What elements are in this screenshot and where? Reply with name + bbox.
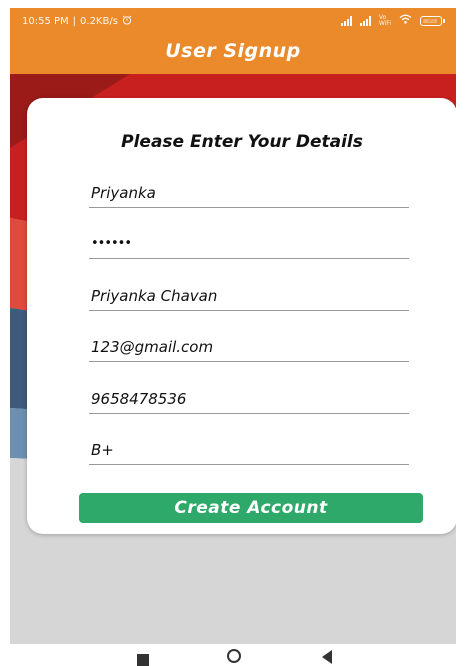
status-network-speed: 0.2KB/s (80, 16, 118, 27)
system-nav-bar (0, 644, 467, 666)
form-heading: Please Enter Your Details (121, 132, 363, 152)
status-time: 10:55 PM (22, 16, 69, 27)
blood-group-field[interactable] (89, 435, 409, 465)
battery-icon: 90 (420, 15, 445, 26)
battery-label: 90 (427, 16, 435, 24)
app-bar: 10:55 PM | 0.2KB/s Vo WiFi 90 User Signu… (10, 8, 456, 74)
username-field[interactable] (89, 178, 409, 208)
triangle-back-icon[interactable] (322, 650, 332, 664)
signup-form-card: Please Enter Your Details Create Account (27, 98, 456, 534)
app-title: User Signup (165, 40, 301, 62)
full-name-field[interactable] (89, 281, 409, 311)
wifi-icon (399, 14, 412, 27)
status-bar-right: Vo WiFi 90 (340, 13, 445, 27)
password-field[interactable] (89, 229, 409, 259)
status-separator: | (72, 16, 77, 27)
email-field[interactable] (89, 332, 409, 362)
create-account-button[interactable]: Create Account (79, 493, 423, 523)
phone-screen: 10:55 PM | 0.2KB/s Vo WiFi 90 User Signu… (10, 8, 456, 644)
status-bar-left: 10:55 PM | 0.2KB/s (22, 15, 132, 28)
phone-field[interactable] (89, 384, 409, 414)
signal-icon-2 (359, 15, 371, 26)
signal-icon (340, 15, 352, 26)
square-recents-icon[interactable] (137, 654, 149, 666)
alarm-clock-icon (122, 15, 132, 28)
volte-wifi-label: Vo WiFi (378, 13, 391, 27)
